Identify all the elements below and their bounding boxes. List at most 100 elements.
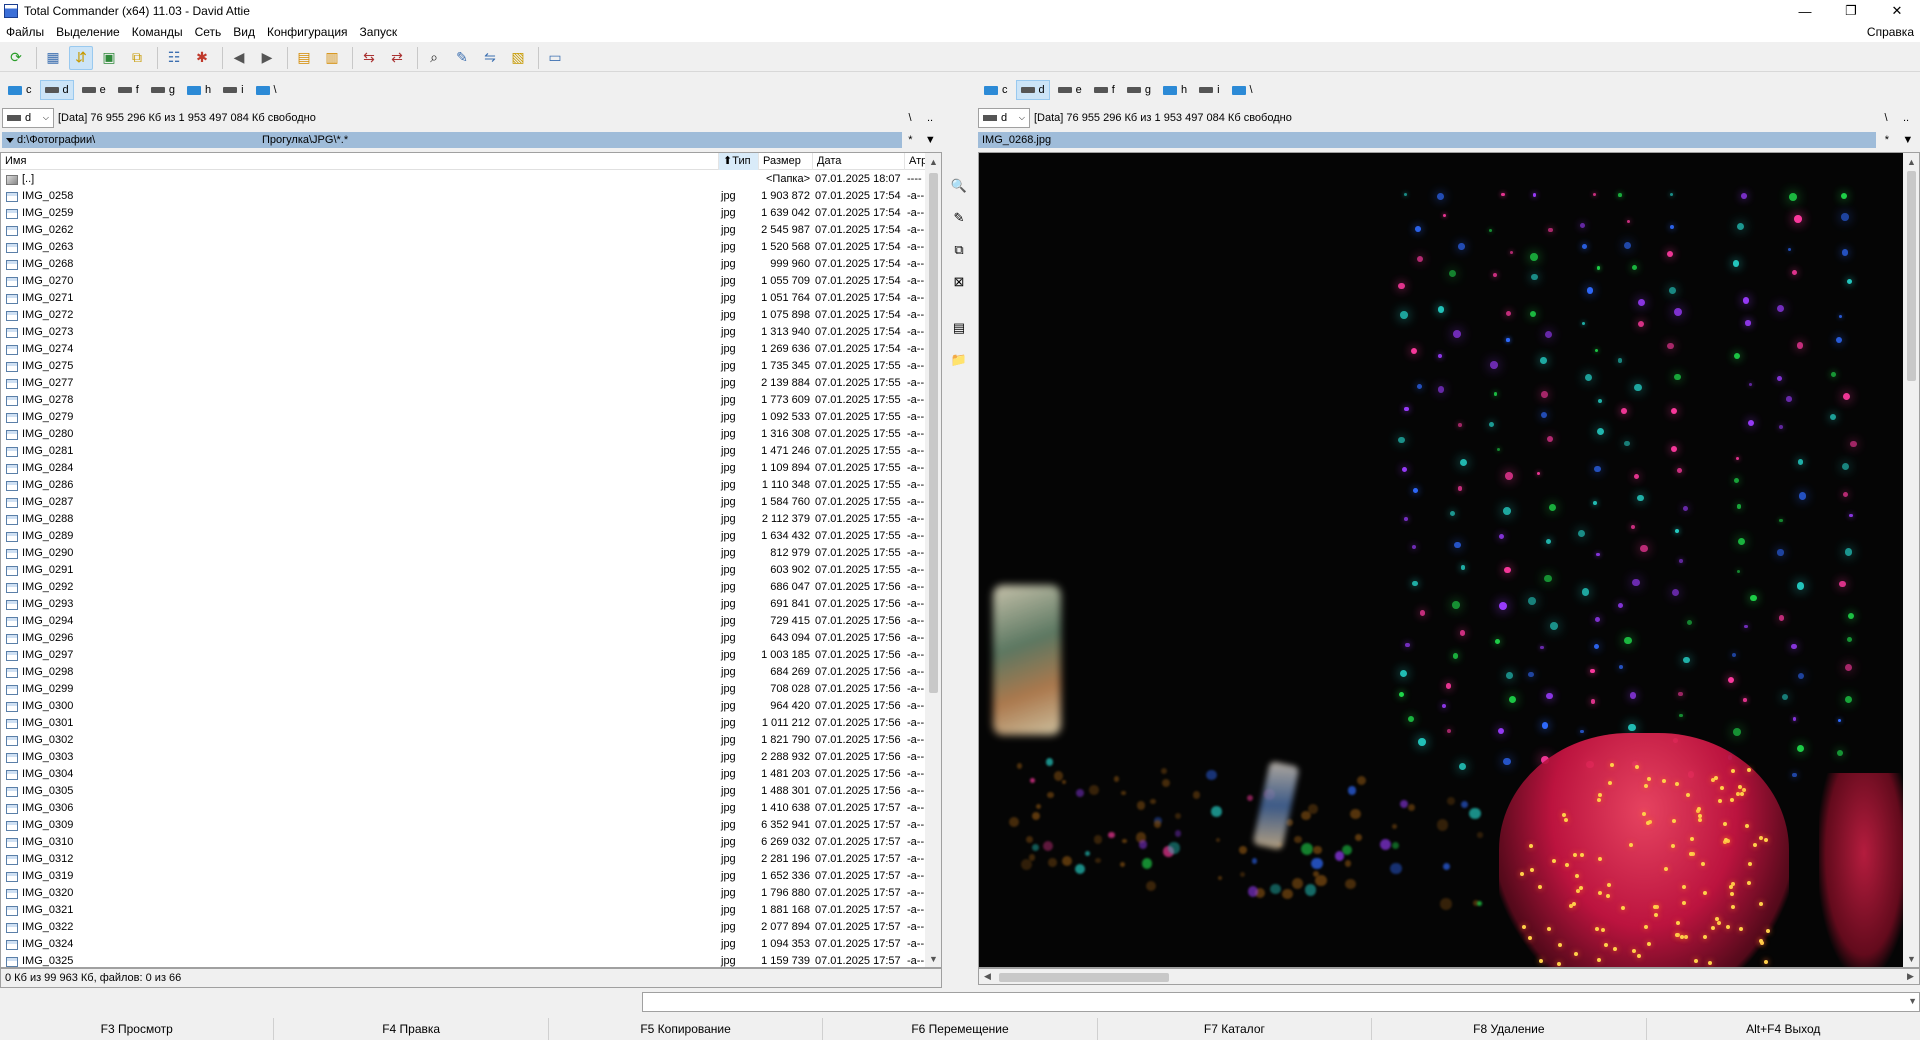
file-row[interactable]: IMG_0289 jpg 1 634 432 07.01.2025 17:55 -a-- [1, 528, 925, 545]
brief-view-icon[interactable]: ▦ [41, 46, 65, 70]
fkey-button-3[interactable]: F5 Копирование [549, 1018, 824, 1040]
file-row[interactable]: IMG_0272 jpg 1 075 898 07.01.2025 17:54 -a-- [1, 307, 925, 324]
parent-dir-row[interactable]: [..] <Папка> 07.01.2025 18:07 ---- [1, 171, 925, 188]
file-row[interactable]: IMG_0297 jpg 1 003 185 07.01.2025 17:56 -a-- [1, 647, 925, 664]
menu-commands[interactable]: Команды [126, 25, 189, 39]
left-vertical-scrollbar[interactable]: ▲ ▼ [925, 153, 941, 967]
drive-button-h[interactable]: h [1159, 80, 1191, 100]
file-row[interactable]: IMG_0271 jpg 1 051 764 07.01.2025 17:54 -a-- [1, 290, 925, 307]
left-file-list[interactable]: Имя ⬆Тип Размер Дата Атриб [..] <Папка> … [0, 152, 942, 968]
file-row[interactable]: IMG_0305 jpg 1 488 301 07.01.2025 17:56 -a-- [1, 783, 925, 800]
back-icon[interactable]: ◀ [227, 46, 251, 70]
fkey-button-7[interactable]: Alt+F4 Выход [1647, 1018, 1920, 1040]
delete-file-icon[interactable]: ⊠ [948, 271, 970, 293]
close-button[interactable]: ✕ [1874, 0, 1920, 22]
file-row[interactable]: IMG_0303 jpg 2 288 932 07.01.2025 17:56 -a-- [1, 749, 925, 766]
chevron-down-icon[interactable]: ▼ [1908, 996, 1917, 1006]
forward-icon[interactable]: ▶ [255, 46, 279, 70]
url-connect-icon[interactable]: ⇄ [385, 46, 409, 70]
copy-file-icon[interactable]: ⧉ [948, 239, 970, 261]
file-row[interactable]: IMG_0310 jpg 6 269 032 07.01.2025 17:57 -a-- [1, 834, 925, 851]
quick-view-panel[interactable]: ▲ ▼ [978, 152, 1920, 968]
left-root-button[interactable]: \ [902, 108, 918, 128]
drive-button-network[interactable]: \ [1228, 80, 1257, 100]
fkey-button-6[interactable]: F8 Удаление [1372, 1018, 1647, 1040]
unpack-icon[interactable]: ▥ [320, 46, 344, 70]
scroll-down-icon[interactable]: ▼ [925, 950, 941, 967]
select-files-icon[interactable]: ☷ [162, 46, 186, 70]
file-row[interactable]: IMG_0288 jpg 2 112 379 07.01.2025 17:55 -a-- [1, 511, 925, 528]
file-row[interactable]: IMG_0299 jpg 708 028 07.01.2025 17:56 -a-- [1, 681, 925, 698]
file-row[interactable]: IMG_0291 jpg 603 902 07.01.2025 17:55 -a-- [1, 562, 925, 579]
drive-button-c[interactable]: c [980, 80, 1012, 100]
refresh-icon[interactable]: ⟳ [4, 46, 28, 70]
drive-button-d[interactable]: d [1015, 80, 1050, 100]
ftp-connect-icon[interactable]: ⇆ [357, 46, 381, 70]
file-row[interactable]: IMG_0268 jpg 999 960 07.01.2025 17:54 -a-- [1, 256, 925, 273]
scroll-right-icon[interactable]: ▶ [1902, 969, 1919, 984]
menu-configuration[interactable]: Конфигурация [261, 25, 354, 39]
fkey-button-5[interactable]: F7 Каталог [1098, 1018, 1373, 1040]
right-up-button[interactable]: .. [1898, 108, 1914, 128]
drive-button-e[interactable]: e [78, 80, 110, 100]
file-row[interactable]: IMG_0290 jpg 812 979 07.01.2025 17:55 -a-- [1, 545, 925, 562]
left-up-button[interactable]: .. [922, 108, 938, 128]
file-row[interactable]: IMG_0278 jpg 1 773 609 07.01.2025 17:55 -a-- [1, 392, 925, 409]
pack-files-icon[interactable]: ▤ [948, 317, 970, 339]
right-path-bar[interactable]: IMG_0268.jpg [978, 132, 1876, 148]
branch-view-icon[interactable]: ⧉ [125, 46, 149, 70]
scroll-up-icon[interactable]: ▲ [1903, 153, 1919, 170]
favorites-button[interactable]: * [1885, 134, 1889, 146]
column-type[interactable]: ⬆Тип [719, 153, 759, 170]
file-row[interactable]: IMG_0275 jpg 1 735 345 07.01.2025 17:55 -a-- [1, 358, 925, 375]
new-folder-icon[interactable]: 📁 [948, 349, 970, 371]
file-row[interactable]: IMG_0325 jpg 1 159 739 07.01.2025 17:57 -a-- [1, 953, 925, 967]
drive-button-d[interactable]: d [39, 80, 74, 100]
thumbnails-icon[interactable]: ▣ [97, 46, 121, 70]
drive-button-e[interactable]: e [1054, 80, 1086, 100]
right-drive-combo[interactable]: d ⌵ [978, 108, 1030, 128]
scroll-thumb[interactable] [929, 173, 938, 693]
file-row[interactable]: IMG_0304 jpg 1 481 203 07.01.2025 17:56 -a-- [1, 766, 925, 783]
file-row[interactable]: IMG_0302 jpg 1 821 790 07.01.2025 17:56 -a-- [1, 732, 925, 749]
menu-network[interactable]: Сеть [189, 25, 228, 39]
invert-selection-icon[interactable]: ✱ [190, 46, 214, 70]
file-row[interactable]: IMG_0258 jpg 1 903 872 07.01.2025 17:54 -a-- [1, 188, 925, 205]
fkey-button-4[interactable]: F6 Перемещение [823, 1018, 1098, 1040]
file-row[interactable]: IMG_0287 jpg 1 584 760 07.01.2025 17:55 -a-- [1, 494, 925, 511]
file-row[interactable]: IMG_0296 jpg 643 094 07.01.2025 17:56 -a-- [1, 630, 925, 647]
file-row[interactable]: IMG_0306 jpg 1 410 638 07.01.2025 17:57 -a-- [1, 800, 925, 817]
drive-button-i[interactable]: i [1195, 80, 1223, 100]
column-name[interactable]: Имя [1, 153, 719, 170]
drive-button-network[interactable]: \ [252, 80, 281, 100]
view-file-icon[interactable]: 🔍 [948, 175, 970, 197]
fkey-button-1[interactable]: F3 Просмотр [0, 1018, 275, 1040]
file-row[interactable]: IMG_0300 jpg 964 420 07.01.2025 17:56 -a-- [1, 698, 925, 715]
file-row[interactable]: IMG_0312 jpg 2 281 196 07.01.2025 17:57 -a-- [1, 851, 925, 868]
file-row[interactable]: IMG_0321 jpg 1 881 168 07.01.2025 17:57 -a-- [1, 902, 925, 919]
scroll-left-icon[interactable]: ◀ [979, 969, 996, 984]
menu-selection[interactable]: Выделение [50, 25, 126, 39]
scroll-thumb[interactable] [999, 973, 1169, 982]
command-line-input[interactable]: ▼ [642, 992, 1920, 1012]
compare-files-icon[interactable]: ▧ [506, 46, 530, 70]
file-row[interactable]: IMG_0273 jpg 1 313 940 07.01.2025 17:54 -a-- [1, 324, 925, 341]
file-row[interactable]: IMG_0259 jpg 1 639 042 07.01.2025 17:54 -a-- [1, 205, 925, 222]
right-horizontal-scrollbar[interactable]: ◀ ▶ [978, 968, 1920, 985]
left-path-bar[interactable]: d:\Фотографии\ Прогулка\JPG\*.* [2, 132, 902, 148]
file-row[interactable]: IMG_0274 jpg 1 269 636 07.01.2025 17:54 -a-- [1, 341, 925, 358]
file-row[interactable]: IMG_0320 jpg 1 796 880 07.01.2025 17:57 -a-- [1, 885, 925, 902]
file-row[interactable]: IMG_0281 jpg 1 471 246 07.01.2025 17:55 -a-- [1, 443, 925, 460]
fkey-button-2[interactable]: F4 Правка [274, 1018, 549, 1040]
drive-button-f[interactable]: f [1090, 80, 1119, 100]
drive-button-h[interactable]: h [183, 80, 215, 100]
right-vertical-scrollbar[interactable]: ▲ ▼ [1903, 153, 1919, 967]
file-row[interactable]: IMG_0294 jpg 729 415 07.01.2025 17:56 -a-- [1, 613, 925, 630]
menu-start[interactable]: Запуск [354, 25, 404, 39]
file-row[interactable]: IMG_0293 jpg 691 841 07.01.2025 17:56 -a-- [1, 596, 925, 613]
file-row[interactable]: IMG_0298 jpg 684 269 07.01.2025 17:56 -a-- [1, 664, 925, 681]
multi-rename-icon[interactable]: ✎ [450, 46, 474, 70]
column-size[interactable]: Размер [759, 153, 813, 170]
minimize-button[interactable]: — [1782, 0, 1828, 22]
scroll-thumb[interactable] [1907, 171, 1916, 381]
